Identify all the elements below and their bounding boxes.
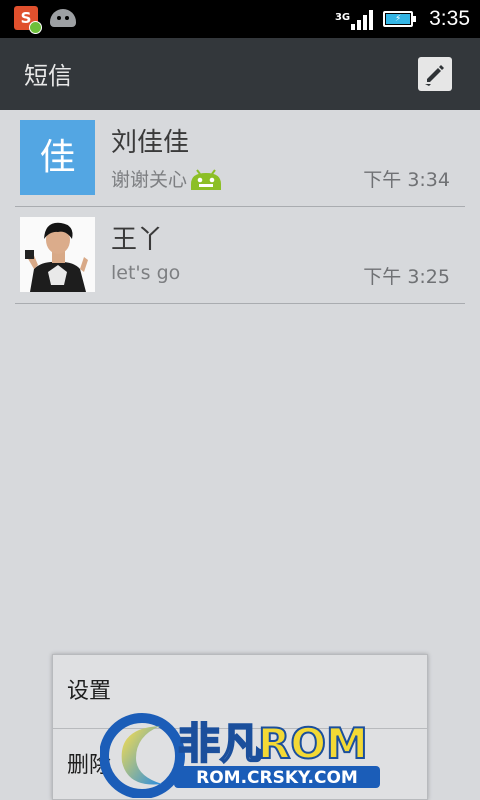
contact-photo[interactable] (20, 217, 95, 292)
snippet-text: let's go (111, 262, 181, 284)
compose-button[interactable] (418, 57, 452, 91)
battery-icon: ⚡ (383, 11, 417, 27)
avatar[interactable]: 佳 (20, 120, 95, 195)
message-snippet: let's go (111, 262, 180, 284)
page-title: 短信 (24, 62, 72, 90)
svg-text:非凡: 非凡 (178, 719, 262, 768)
conversation-row[interactable]: 王丫 let's go 下午 3:25 (15, 207, 465, 304)
notification-icons: S (14, 6, 76, 34)
watermark-logo: 非凡 ROM ROM.CRSKY.COM (99, 706, 385, 799)
message-snippet: 谢谢关心 (111, 165, 223, 192)
status-clock: 3:35 (429, 7, 470, 30)
message-time: 下午 3:25 (363, 266, 450, 288)
snippet-text: 谢谢关心 (111, 169, 188, 191)
svg-text:ROM.CRSKY.COM: ROM.CRSKY.COM (196, 768, 358, 788)
conversation-row[interactable]: 佳 刘佳佳 谢谢关心 下午 3:34 (15, 110, 465, 207)
signal-icon (351, 8, 374, 30)
android-robot-icon (50, 9, 76, 27)
status-bar: S 3G ⚡ 3:35 (0, 0, 480, 38)
network-type: 3G (334, 12, 351, 23)
action-bar: 短信 (0, 38, 480, 110)
conversation-list: 佳 刘佳佳 谢谢关心 下午 3:34 王丫 let's go 下午 3:25 (15, 110, 465, 304)
contact-name: 王丫 (111, 225, 164, 255)
sogou-input-icon: S (14, 6, 42, 34)
contact-name: 刘佳佳 (111, 128, 190, 158)
status-right: 3G ⚡ 3:35 (335, 0, 470, 38)
compose-icon (425, 65, 444, 86)
svg-text:ROM: ROM (258, 719, 368, 768)
message-time: 下午 3:34 (363, 169, 450, 191)
android-robot-emoji-icon (189, 168, 223, 190)
